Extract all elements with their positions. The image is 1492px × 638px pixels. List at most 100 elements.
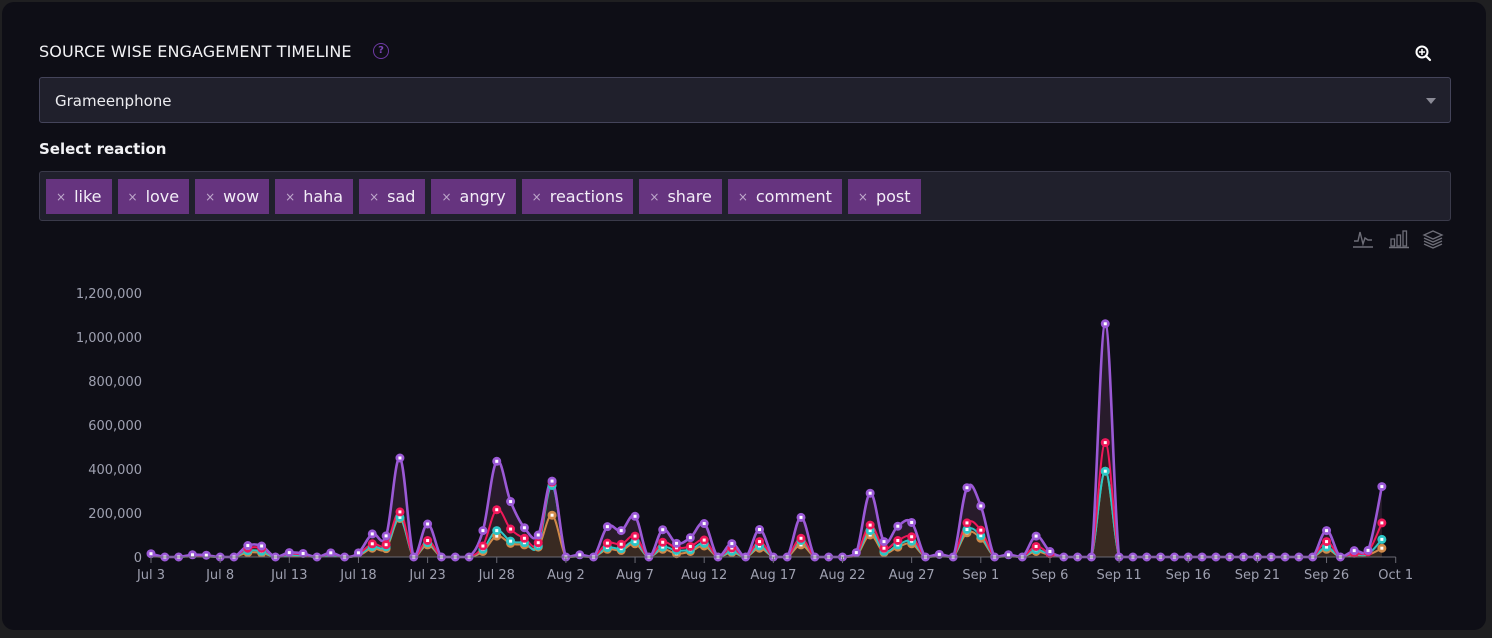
reaction-tag[interactable]: × post [847,179,921,214]
reaction-tag[interactable]: × comment [727,179,842,214]
point-center [398,517,402,520]
remove-tag-icon[interactable]: × [649,190,659,204]
point-total [1197,552,1207,562]
point-center [675,541,679,545]
point-love [1100,466,1110,476]
point-like [1100,466,1110,476]
remove-tag-icon[interactable]: × [128,190,138,204]
stack-icon[interactable] [1422,228,1444,250]
point-reactions [1377,518,1387,528]
point-like [699,541,709,551]
line-chart-icon[interactable] [1352,228,1374,250]
reaction-tag-label: reactions [549,187,624,206]
point-center [1048,550,1052,553]
point-center [467,555,471,559]
point-center [522,526,526,530]
series-lines [150,322,1384,559]
x-tick-label: Oct 1 [1378,568,1413,583]
point-center [896,545,900,549]
area-reactions [151,442,1382,557]
reaction-tag[interactable]: × wow [195,179,270,214]
point-center [439,555,443,559]
reaction-tag[interactable]: × love [117,179,190,214]
point-center [1380,521,1384,525]
reaction-tag[interactable]: × sad [359,179,426,214]
point-center [1283,555,1287,559]
point-center [799,536,803,540]
point-center [619,529,623,533]
panel-title: SOURCE WISE ENGAGEMENT TIMELINE [39,42,352,61]
point-center [1186,555,1190,559]
point-center [426,541,430,545]
point-total [229,552,239,562]
point-love [257,546,267,556]
point-center [550,513,554,517]
reaction-tag[interactable]: × haha [275,179,354,214]
bar-chart-icon[interactable] [1388,228,1410,250]
zoom-in-icon[interactable] [1414,44,1434,64]
point-total [270,552,280,562]
point-love [423,538,433,548]
reaction-multiselect[interactable]: × like × love × wow × haha × sad × angry × reactions ×… [39,171,1451,221]
point-total [1031,531,1041,541]
point-total [616,526,626,536]
point-center [868,533,872,537]
reaction-tag[interactable]: × like [46,179,112,214]
point-reactions [1322,537,1332,547]
remove-tag-icon[interactable]: × [858,190,868,204]
point-reactions [492,505,502,515]
remove-tag-icon[interactable]: × [532,190,542,204]
point-center [605,547,609,551]
point-center [260,544,264,548]
point-total [1114,552,1124,562]
point-like [1377,543,1387,553]
point-center [771,555,775,559]
point-center [370,544,374,548]
point-center [592,555,596,559]
help-icon[interactable]: ? [373,43,389,59]
point-center [1242,555,1246,559]
remove-tag-icon[interactable]: × [56,190,66,204]
point-reactions [519,533,529,543]
point-total [367,529,377,539]
reaction-tag[interactable]: × share [639,179,722,214]
point-center [896,543,900,547]
point-total [298,548,308,558]
remove-tag-icon[interactable]: × [369,190,379,204]
point-center [661,540,665,544]
remove-tag-icon[interactable]: × [205,190,215,204]
point-reactions [1349,548,1359,558]
point-total [1335,552,1345,562]
point-total [907,517,917,527]
reaction-tag[interactable]: × reactions [521,179,634,214]
point-center [993,555,997,559]
source-select[interactable]: Grameenphone [39,77,1451,123]
point-center [1034,534,1038,538]
point-reactions [1100,438,1110,448]
point-reactions [423,536,433,545]
point-center [495,529,499,533]
point-center [1380,485,1384,489]
point-center [965,528,969,531]
point-center [1352,549,1356,553]
point-reactions [395,507,405,517]
point-total [589,552,599,562]
point-center [633,514,637,518]
point-like [492,531,502,541]
series-points [146,319,1387,562]
point-center [343,555,347,559]
remove-tag-icon[interactable]: × [738,190,748,204]
point-center [1325,547,1329,551]
point-center [702,522,706,526]
point-reactions [1031,541,1041,551]
point-center [965,531,969,535]
point-total [519,523,529,533]
point-center [1366,548,1370,552]
remove-tag-icon[interactable]: × [285,190,295,204]
reaction-tag[interactable]: × angry [431,179,516,214]
point-like [381,544,391,554]
point-love [699,538,709,548]
remove-tag-icon[interactable]: × [441,190,451,204]
point-center [1103,441,1107,445]
point-love [478,544,488,554]
